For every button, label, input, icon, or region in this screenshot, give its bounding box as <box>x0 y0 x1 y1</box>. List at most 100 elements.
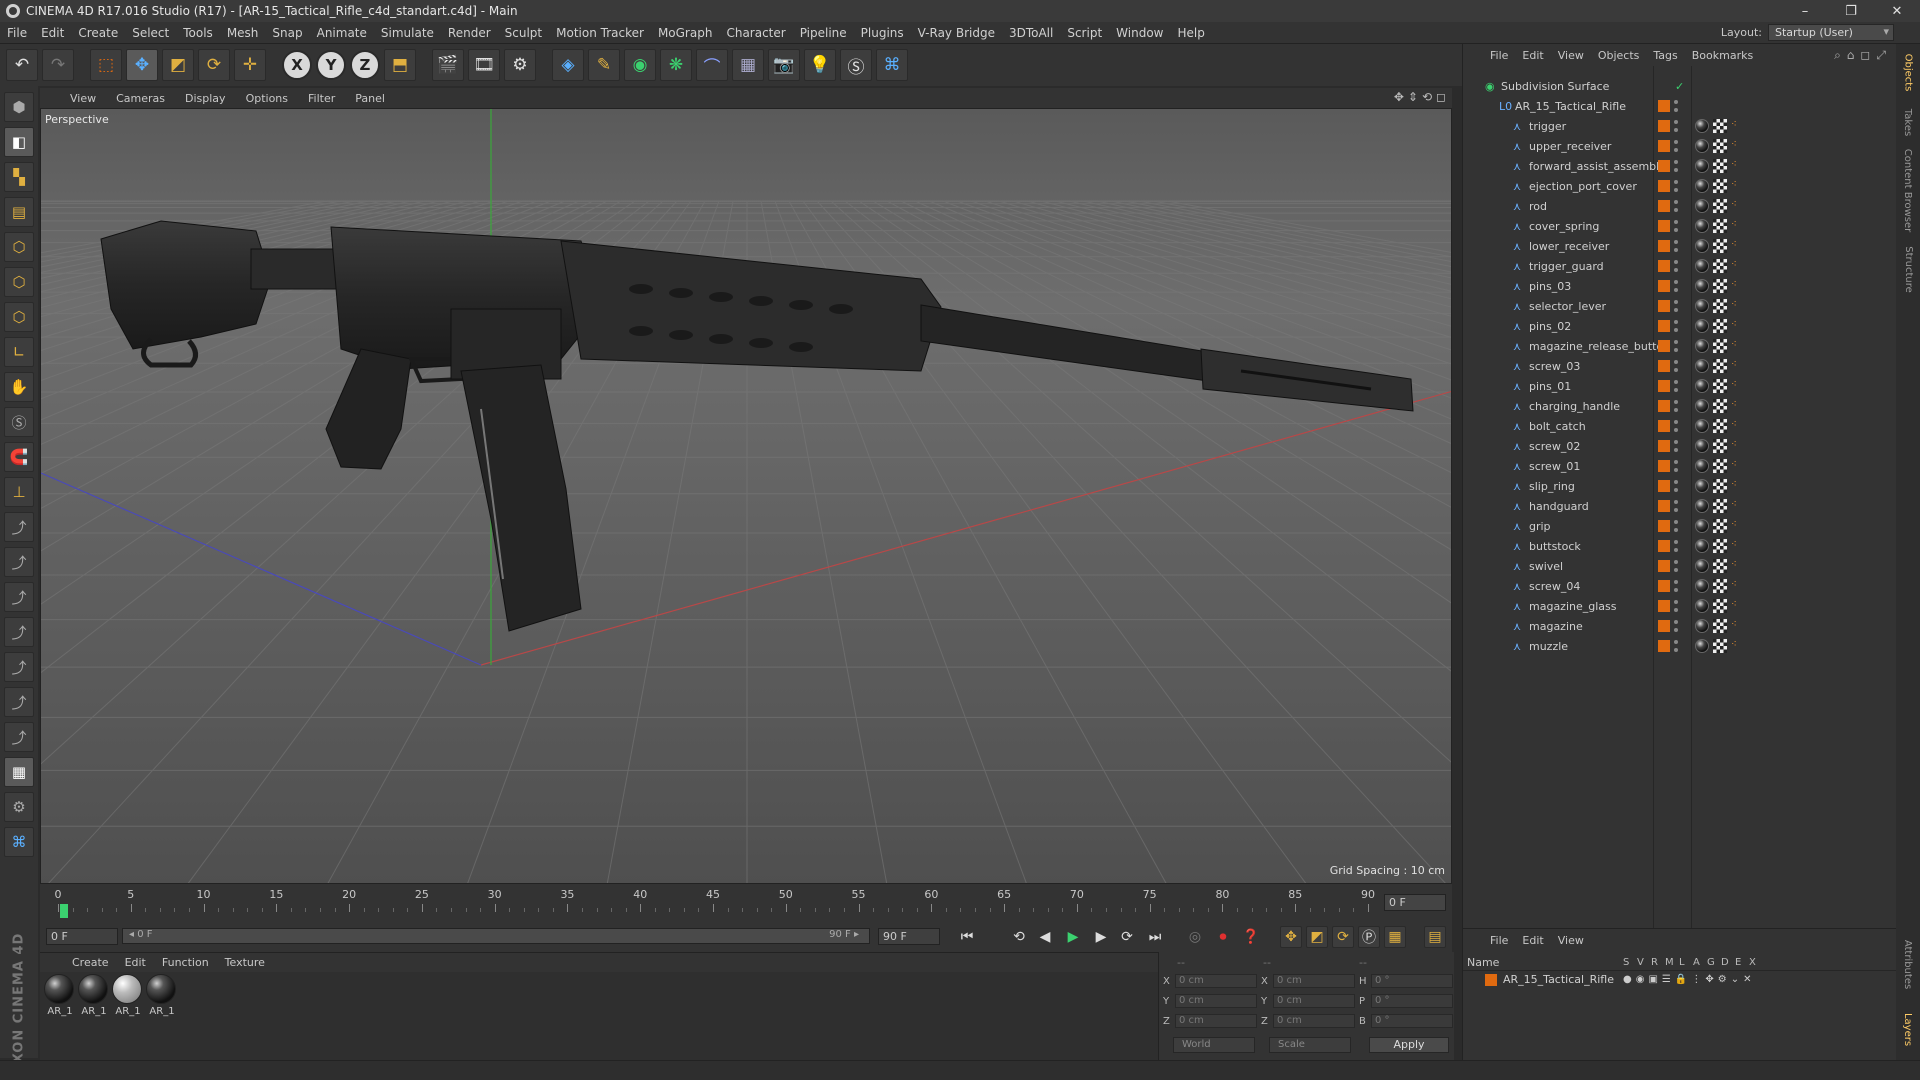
sculpt-tool-7-icon[interactable]: ⤴ <box>4 722 34 752</box>
render-picture-viewer-icon[interactable]: 🎞 <box>468 49 500 81</box>
selection-tag-icon[interactable]: ⁖ <box>1731 619 1745 633</box>
size-field[interactable]: 0 cm <box>1273 994 1355 1008</box>
uvw-tag-icon[interactable] <box>1713 459 1727 473</box>
selection-tag-icon[interactable]: ⁖ <box>1731 419 1745 433</box>
y-axis-lock-button[interactable]: Y <box>316 50 346 80</box>
menu-tools[interactable]: Tools <box>176 26 220 40</box>
selection-tag-icon[interactable]: ⁖ <box>1731 259 1745 273</box>
menu-mesh[interactable]: Mesh <box>220 26 266 40</box>
material-menu-edit[interactable]: Edit <box>117 956 154 969</box>
selection-tag-icon[interactable]: ⁖ <box>1731 359 1745 373</box>
layer-column-r[interactable]: R <box>1651 957 1658 968</box>
object-row[interactable]: ⋏ buttstock ⁖ <box>1463 536 1897 556</box>
material-swatch[interactable]: AR_1 <box>44 974 76 1017</box>
camera-icon[interactable]: 📷 <box>768 49 800 81</box>
menu-select[interactable]: Select <box>125 26 176 40</box>
layer-color-tag[interactable] <box>1658 500 1670 512</box>
material-tag-icon[interactable] <box>1695 159 1709 173</box>
object-row[interactable]: ⋏ screw_02 ⁖ <box>1463 436 1897 456</box>
object-row[interactable]: ⋏ pins_03 ⁖ <box>1463 276 1897 296</box>
uvw-tag-icon[interactable] <box>1713 539 1727 553</box>
layer-color-swatch[interactable] <box>1485 974 1497 986</box>
subdivision-surface-icon[interactable]: ◉ <box>624 49 656 81</box>
uvw-tag-icon[interactable] <box>1713 559 1727 573</box>
uvw-tag-icon[interactable] <box>1713 519 1727 533</box>
visibility-dots[interactable] <box>1674 500 1680 512</box>
uvw-tag-icon[interactable] <box>1713 479 1727 493</box>
object-row[interactable]: ⋏ screw_01 ⁖ <box>1463 456 1897 476</box>
object-row[interactable]: ⋏ pins_02 ⁖ <box>1463 316 1897 336</box>
live-selection-icon[interactable]: ⬚ <box>90 49 122 81</box>
object-row[interactable]: ⋏ pins_01 ⁖ <box>1463 376 1897 396</box>
scale-icon[interactable]: ◩ <box>162 49 194 81</box>
texture-mode-icon[interactable]: ▚ <box>4 162 34 192</box>
undo-icon[interactable]: ↶ <box>6 49 38 81</box>
previous-key-icon[interactable]: ⟲ <box>1008 926 1030 948</box>
layer-color-tag[interactable] <box>1658 480 1670 492</box>
timeline-ruler[interactable]: 0 5 10 15 20 25 30 35 40 45 50 55 60 65 70 75 80 85 90 0 F <box>40 884 1452 920</box>
layer-column-v[interactable]: V <box>1637 957 1644 968</box>
position-field[interactable]: 0 cm <box>1175 994 1257 1008</box>
mograph-cloner-icon[interactable]: ❋ <box>660 49 692 81</box>
object-row[interactable]: ⋏ trigger ⁖ <box>1463 116 1897 136</box>
object-row[interactable]: ⋏ screw_04 ⁖ <box>1463 576 1897 596</box>
visibility-dots[interactable] <box>1674 600 1680 612</box>
menu-window[interactable]: Window <box>1109 26 1170 40</box>
side-tab-attributes[interactable]: Attributes <box>1896 932 1920 996</box>
model-mode-icon[interactable]: ◧ <box>4 127 34 157</box>
layer-color-tag[interactable] <box>1658 240 1670 252</box>
layer-column-x[interactable]: X <box>1749 957 1756 968</box>
uvw-tag-icon[interactable] <box>1713 219 1727 233</box>
object-row[interactable]: ⋏ bolt_catch ⁖ <box>1463 416 1897 436</box>
object-row[interactable]: ⋏ grip ⁖ <box>1463 516 1897 536</box>
visibility-dots[interactable] <box>1674 620 1680 632</box>
next-key-icon[interactable]: ⟳ <box>1116 926 1138 948</box>
lock-flag-icon[interactable]: 🔒 <box>1675 974 1687 985</box>
visibility-dots[interactable] <box>1674 240 1680 252</box>
sculpt-tool-6-icon[interactable]: ⤴ <box>4 687 34 717</box>
material-tag-icon[interactable] <box>1695 179 1709 193</box>
material-tag-icon[interactable] <box>1695 579 1709 593</box>
cube-primitive-icon[interactable]: ◈ <box>552 49 584 81</box>
size-field[interactable]: 0 cm <box>1273 974 1355 988</box>
visibility-dots[interactable] <box>1674 140 1680 152</box>
uvw-tag-icon[interactable] <box>1713 159 1727 173</box>
material-tag-icon[interactable] <box>1695 339 1709 353</box>
object-row[interactable]: ⋏ ejection_port_cover ⁖ <box>1463 176 1897 196</box>
render-settings-icon[interactable]: ⚙ <box>504 49 536 81</box>
rotation-field[interactable]: 0 ° <box>1371 994 1453 1008</box>
layer-color-tag[interactable] <box>1658 400 1670 412</box>
material-tag-icon[interactable] <box>1695 219 1709 233</box>
uvw-tag-icon[interactable] <box>1713 599 1727 613</box>
z-axis-lock-button[interactable]: Z <box>350 50 380 80</box>
python-script-icon[interactable]: ⌘ <box>4 827 34 857</box>
selection-tag-icon[interactable]: ⁖ <box>1731 339 1745 353</box>
apply-button[interactable]: Apply <box>1369 1037 1449 1053</box>
layer-menu-view[interactable]: View <box>1551 934 1591 947</box>
python-icon[interactable]: ⌘ <box>876 49 908 81</box>
uvw-tag-icon[interactable] <box>1713 579 1727 593</box>
size-field[interactable]: 0 cm <box>1273 1014 1355 1028</box>
selection-tag-icon[interactable]: ⁖ <box>1731 279 1745 293</box>
menu-simulate[interactable]: Simulate <box>374 26 441 40</box>
material-tag-icon[interactable] <box>1695 359 1709 373</box>
maximize-button[interactable]: ❐ <box>1828 0 1874 22</box>
uvw-tag-icon[interactable] <box>1713 239 1727 253</box>
uvw-tag-icon[interactable] <box>1713 279 1727 293</box>
visibility-dots[interactable] <box>1674 480 1680 492</box>
coordinate-system-icon[interactable]: ⬒ <box>384 49 416 81</box>
search-icon[interactable]: ⌕ <box>1834 48 1841 63</box>
uvw-tag-icon[interactable] <box>1713 499 1727 513</box>
material-tag-icon[interactable] <box>1695 279 1709 293</box>
material-tag-icon[interactable] <box>1695 519 1709 533</box>
maximize-panel-icon[interactable]: ⤢ <box>1876 48 1886 63</box>
layer-column-s[interactable]: S <box>1623 957 1629 968</box>
axis-mode-icon[interactable]: ∟ <box>4 337 34 367</box>
snap-icon[interactable]: 🧲 <box>4 442 34 472</box>
key-rotation-icon[interactable]: ⟳ <box>1332 926 1354 948</box>
menu-script[interactable]: Script <box>1060 26 1109 40</box>
object-row[interactable]: ⋏ upper_receiver ⁖ <box>1463 136 1897 156</box>
visibility-dots[interactable] <box>1674 180 1680 192</box>
selection-tag-icon[interactable]: ⁖ <box>1731 119 1745 133</box>
recent-tool-icon[interactable]: ✛ <box>234 49 266 81</box>
